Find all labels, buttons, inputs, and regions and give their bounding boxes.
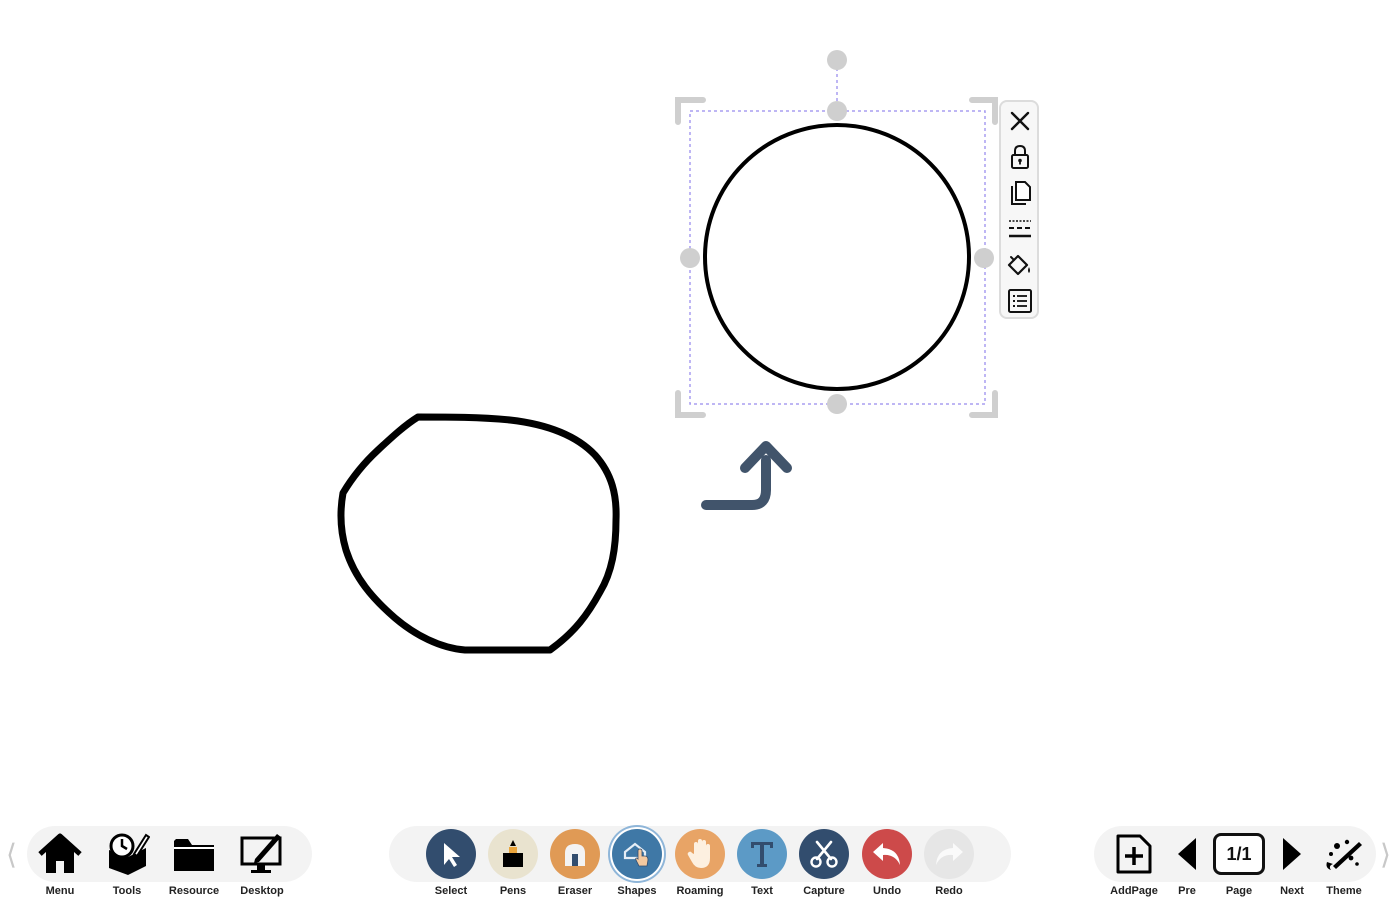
roaming-label: Roaming [676, 885, 724, 897]
text-label: Text [751, 885, 773, 897]
pen-icon [503, 840, 523, 867]
menu-button[interactable]: Menu [28, 828, 92, 900]
fill-bucket-icon [1007, 254, 1030, 276]
pens-tool-button[interactable]: Pens [481, 828, 545, 900]
curved-connector-arrow[interactable] [701, 455, 771, 510]
lock-button[interactable] [1005, 142, 1035, 172]
hand-pan-icon [687, 839, 710, 868]
selection-box [689, 110, 986, 405]
capture-label: Capture [803, 885, 845, 897]
shapes-icon [623, 842, 649, 867]
magic-brush-icon [1326, 839, 1362, 870]
selected-circle[interactable] [703, 123, 971, 391]
copy-button[interactable] [1005, 178, 1035, 208]
handle-bottom[interactable] [827, 394, 847, 414]
undo-button[interactable]: Undo [855, 828, 919, 900]
page-indicator: 1/1 [1213, 833, 1265, 875]
home-icon [38, 833, 82, 873]
redo-arrow-icon [936, 843, 963, 865]
copy-icon [1011, 181, 1031, 205]
close-icon [1010, 111, 1030, 131]
roaming-tool-button[interactable]: Roaming [668, 828, 732, 900]
handle-top[interactable] [827, 101, 847, 121]
select-tool-button[interactable]: Select [419, 828, 483, 900]
resource-button[interactable]: Resource [162, 828, 226, 900]
desktop-annotate-icon [240, 834, 282, 873]
menu-label: Menu [45, 885, 75, 897]
text-t-icon [751, 842, 773, 867]
eraser-label: Eraser [557, 885, 593, 897]
theme-label: Theme [1326, 885, 1362, 897]
add-page-icon [1116, 834, 1152, 874]
shapes-label: Shapes [617, 885, 657, 897]
redo-label: Redo [935, 885, 963, 897]
eraser-icon [565, 844, 585, 866]
whiteboard-canvas[interactable] [0, 0, 1400, 900]
lock-icon [1011, 144, 1029, 169]
object-options-panel [999, 100, 1039, 319]
desktop-button[interactable]: Desktop [230, 828, 294, 900]
canvas-drawing-layer [337, 50, 998, 654]
shapes-tool-button[interactable]: Shapes [605, 828, 669, 900]
hand-drawn-oval[interactable] [337, 413, 620, 654]
cursor-arrow-icon [444, 843, 460, 867]
properties-button[interactable] [1005, 286, 1035, 316]
line-style-icon [1009, 220, 1031, 238]
toolbar-collapse-right-arrow[interactable]: ⟩ [1380, 838, 1391, 871]
triangle-left-icon [1178, 838, 1196, 870]
triangle-right-icon [1283, 838, 1301, 870]
undo-arrow-icon [873, 843, 900, 865]
corner-handle-top-right[interactable] [969, 97, 998, 125]
close-button[interactable] [1005, 106, 1035, 136]
toolbar-collapse-left-arrow[interactable]: ⟨ [6, 838, 17, 871]
theme-button[interactable]: Theme [1312, 828, 1376, 900]
undo-label: Undo [872, 885, 902, 897]
properties-list-icon [1008, 289, 1032, 313]
rotate-handle[interactable] [827, 50, 847, 70]
handle-left[interactable] [680, 248, 700, 268]
capture-tool-button[interactable]: Capture [792, 828, 856, 900]
tools-button[interactable]: Tools [95, 828, 159, 900]
eraser-tool-button[interactable]: Eraser [543, 828, 607, 900]
toolbox-icon [109, 833, 150, 875]
text-tool-button[interactable]: Text [730, 828, 794, 900]
redo-button[interactable]: Redo [917, 828, 981, 900]
line-style-button[interactable] [1005, 214, 1035, 244]
desktop-label: Desktop [240, 885, 284, 897]
select-label: Select [434, 885, 468, 897]
folder-icon [174, 839, 214, 871]
scissors-icon [810, 840, 838, 868]
fill-button[interactable] [1005, 250, 1035, 280]
handle-right[interactable] [974, 248, 994, 268]
tools-label: Tools [112, 885, 142, 897]
pens-label: Pens [499, 885, 527, 897]
resource-label: Resource [168, 885, 220, 897]
